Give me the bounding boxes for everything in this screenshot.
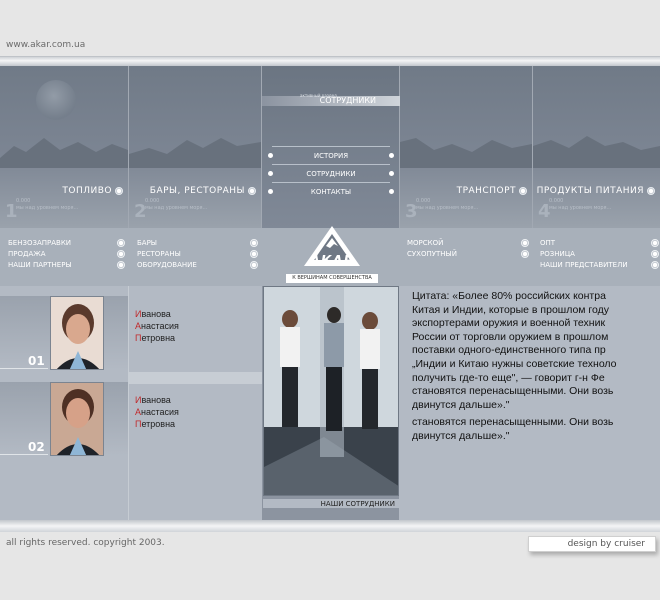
bullet-icon xyxy=(250,239,258,247)
panel-fuel[interactable]: топливо 1 0.000 мы над уровнем моря... xyxy=(0,66,129,228)
woman-portrait-icon xyxy=(51,297,103,369)
link-sales[interactable]: продажа xyxy=(8,249,46,259)
link-gas-stations[interactable]: бензозаправки xyxy=(8,238,71,248)
panel-subtext: 0.000 мы над уровнем моря... xyxy=(16,198,79,211)
menu-item-staff[interactable]: сотрудники xyxy=(268,168,394,180)
row-divider xyxy=(128,372,262,384)
divider xyxy=(272,164,390,165)
top-divider xyxy=(0,56,660,66)
bullet-icon xyxy=(248,187,256,195)
bottom-divider xyxy=(0,520,660,532)
team-photo[interactable] xyxy=(263,286,399,496)
divider xyxy=(0,454,48,455)
footer: all rights reserved. copyright 2003. des… xyxy=(0,532,660,600)
top-bar: www.akar.com.ua xyxy=(0,0,660,56)
site-url[interactable]: www.akar.com.ua xyxy=(6,40,85,50)
link-wholesale[interactable]: опт xyxy=(540,238,555,248)
bullet-icon xyxy=(250,250,258,258)
link-equipment[interactable]: оборудование xyxy=(137,260,197,270)
bullet-icon xyxy=(647,187,655,195)
bullet-icon xyxy=(250,261,258,269)
panel-title: продукты питания xyxy=(536,186,644,196)
design-credit[interactable]: design by cruiser xyxy=(528,536,656,552)
link-bars[interactable]: бары xyxy=(137,238,157,248)
quote-text: Цитата: «Более 80% российских контра Кит… xyxy=(412,290,617,411)
moon-graphic xyxy=(36,80,76,120)
mountain-graphic xyxy=(533,136,660,168)
bullet-icon xyxy=(651,239,659,247)
staff-number: 02 xyxy=(28,440,45,454)
divider xyxy=(272,182,390,183)
photo-caption[interactable]: наши сотрудники xyxy=(263,498,399,508)
link-land[interactable]: сухопутный xyxy=(407,249,457,259)
menu-item-contacts[interactable]: контакты xyxy=(268,186,394,198)
bullet-icon xyxy=(117,239,125,247)
link-sea[interactable]: морской xyxy=(407,238,443,248)
bullet-icon xyxy=(117,261,125,269)
menu-item-history[interactable]: история xyxy=(268,150,394,162)
mountain-graphic xyxy=(0,138,128,168)
menu-header: активный раздел сотрудники xyxy=(262,93,400,106)
link-partners[interactable]: наши партнеры xyxy=(8,260,72,270)
team-photo-image xyxy=(264,287,398,495)
panel-transport[interactable]: транспорт 3 0.000 мы над уровнем моря... xyxy=(400,66,533,228)
divider xyxy=(0,368,48,369)
bullet-icon xyxy=(651,261,659,269)
woman-portrait-icon xyxy=(51,383,103,455)
panel-title: бары, рестораны xyxy=(149,186,245,196)
bullet-icon xyxy=(521,250,529,258)
link-retail[interactable]: розница xyxy=(540,249,575,259)
panel-subtext: 0.000 мы над уровнем моря... xyxy=(549,198,612,211)
center-menu: активный раздел сотрудники история сотру… xyxy=(262,66,400,228)
staff-photo[interactable] xyxy=(50,382,104,456)
panel-title: транспорт xyxy=(456,186,516,196)
link-restaurants[interactable]: рестораны xyxy=(137,249,181,259)
logo-name: АКАР xyxy=(309,254,355,269)
panel-subtext: 0.000 мы над уровнем моря... xyxy=(145,198,208,211)
staff-number: 01 xyxy=(28,354,45,368)
quote-text-2: становятся перенасыщенными. Они возь дви… xyxy=(412,416,614,442)
staff-name-2: Иванова Анастасия Петровна xyxy=(135,395,179,429)
link-representatives[interactable]: наши представители xyxy=(540,260,628,270)
divider xyxy=(128,286,129,532)
main-area: топливо 1 0.000 мы над уровнем моря... ба… xyxy=(0,66,660,532)
bullet-icon xyxy=(651,250,659,258)
panel-title: топливо xyxy=(62,186,112,196)
bullet-icon xyxy=(117,250,125,258)
mountain-graphic xyxy=(400,138,532,168)
bullet-icon xyxy=(519,187,527,195)
logo[interactable]: АКАР к вершинам совершенства xyxy=(286,224,378,286)
staff-photo[interactable] xyxy=(50,296,104,370)
divider xyxy=(272,146,390,147)
mountain-graphic xyxy=(129,138,261,168)
panel-subtext: 0.000 мы над уровнем моря... xyxy=(416,198,479,211)
bullet-icon xyxy=(115,187,123,195)
panel-bars[interactable]: бары, рестораны 2 0.000 мы над уровнем мо… xyxy=(129,66,262,228)
quote-column: Цитата: «Более 80% российских контра Кит… xyxy=(405,286,660,532)
staff-name-1: Иванова Анастасия Петровна xyxy=(135,309,179,343)
panel-food[interactable]: продукты питания 4 0.000 мы над уровнем м… xyxy=(533,66,660,228)
copyright: all rights reserved. copyright 2003. xyxy=(6,538,165,548)
bullet-icon xyxy=(521,239,529,247)
logo-tagline: к вершинам совершенства xyxy=(292,275,372,281)
